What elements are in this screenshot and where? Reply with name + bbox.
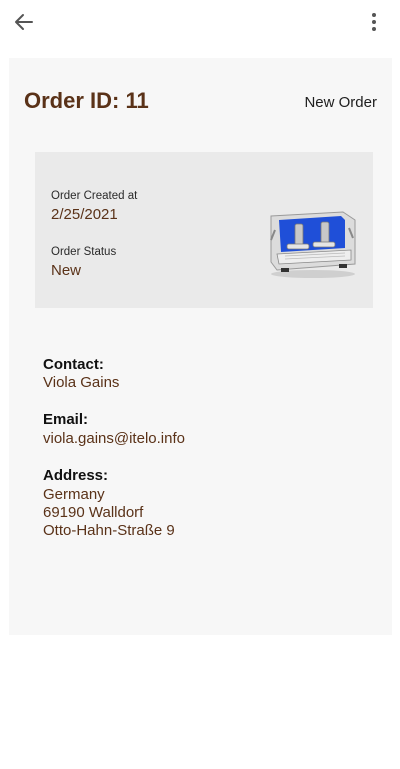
email-value[interactable]: viola.gains@itelo.info <box>43 430 185 448</box>
address-street: Otto-Hahn-Straße 9 <box>43 522 175 539</box>
order-type-label: New Order <box>304 94 377 111</box>
order-id-title: Order ID: 11 <box>24 88 149 113</box>
more-vertical-icon[interactable] <box>362 10 386 34</box>
order-status-label: Order Status <box>51 246 117 258</box>
back-arrow-icon[interactable] <box>12 10 36 34</box>
espresso-machine-icon <box>265 208 361 280</box>
address-country: Germany <box>43 486 105 503</box>
contact-value: Viola Gains <box>43 374 120 391</box>
order-status-panel: Order Created at 2/25/2021 Order Status … <box>35 152 373 308</box>
order-card: Order ID: 11 New Order Order Created at … <box>9 58 392 635</box>
created-at-label: Order Created at <box>51 190 138 202</box>
email-label: Email: <box>43 411 89 428</box>
created-at-value: 2/25/2021 <box>51 206 118 223</box>
order-detail-screen: Order ID: 11 New Order Order Created at … <box>0 0 400 769</box>
contact-label: Contact: <box>43 356 104 373</box>
address-city: 69190 Walldorf <box>43 504 144 521</box>
order-status-value: New <box>51 262 82 279</box>
app-bar <box>0 0 400 44</box>
address-label: Address: <box>43 467 109 484</box>
